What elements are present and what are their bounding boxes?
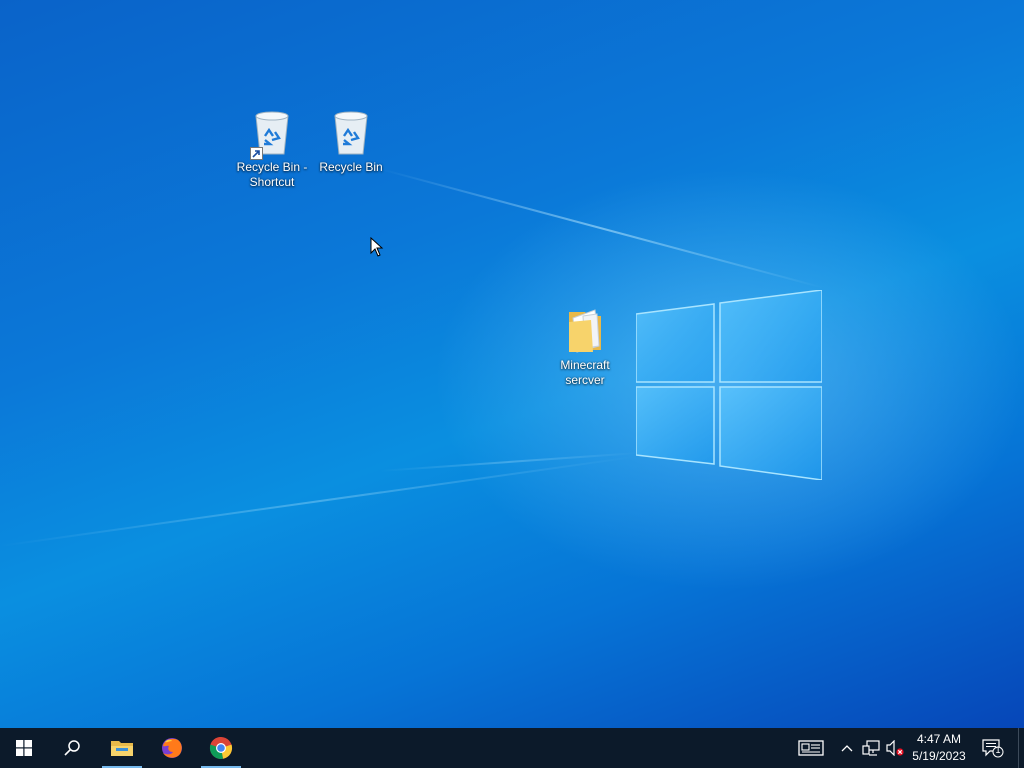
clock-date: 5/19/2023: [912, 749, 966, 763]
recycle-bin-icon: [248, 108, 296, 160]
folder-icon: [111, 741, 133, 756]
taskbar-firefox[interactable]: [148, 728, 196, 768]
network-icon: [862, 740, 880, 756]
desktop-icon-label: Recycle Bin - Shortcut: [236, 160, 308, 189]
shortcut-arrow-icon: [250, 147, 263, 160]
news-and-interests-icon: [798, 740, 824, 756]
light-beam: [379, 168, 825, 290]
mouse-pointer-icon: [370, 237, 384, 257]
clock-time: 4:47 AM: [916, 732, 962, 746]
notification-count-badge: 1: [995, 745, 1001, 755]
clock[interactable]: 4:47 AM 5/19/2023: [906, 731, 972, 765]
taskbar-chrome[interactable]: [197, 728, 245, 768]
show-hidden-icons-button[interactable]: [838, 738, 856, 758]
show-desktop-button[interactable]: [1018, 728, 1024, 768]
taskbar: 4:47 AM 5/19/2023 1: [0, 728, 1024, 768]
recycle-bin-icon: [327, 108, 375, 158]
windows-start-icon: [16, 740, 32, 756]
news-and-interests-button[interactable]: [797, 738, 825, 758]
folder-icon: [561, 306, 609, 356]
windows-logo-wallpaper: [636, 290, 822, 480]
firefox-icon: [162, 738, 182, 758]
desktop[interactable]: Recycle Bin - Shortcut Recycle Bin Minec…: [0, 0, 1024, 728]
desktop-icon-recycle-bin-shortcut[interactable]: Recycle Bin - Shortcut: [234, 108, 310, 190]
desktop-icon-label: Recycle Bin: [319, 160, 383, 174]
light-beam: [0, 455, 634, 547]
action-center-button[interactable]: 1: [980, 738, 1006, 758]
chevron-up-icon: [841, 745, 853, 752]
desktop-icon-label: Minecraft sercver: [560, 358, 610, 387]
search-icon: [64, 740, 80, 756]
volume-muted-icon: [886, 740, 904, 756]
network-button[interactable]: [861, 738, 881, 758]
taskbar-file-explorer[interactable]: [98, 728, 146, 768]
search-button[interactable]: [48, 728, 96, 768]
desktop-icon-recycle-bin[interactable]: Recycle Bin: [313, 108, 389, 175]
volume-button[interactable]: [884, 738, 906, 758]
start-button[interactable]: [0, 728, 48, 768]
chrome-icon: [209, 736, 233, 759]
desktop-icon-minecraft-server[interactable]: Minecraft sercver: [547, 306, 623, 388]
